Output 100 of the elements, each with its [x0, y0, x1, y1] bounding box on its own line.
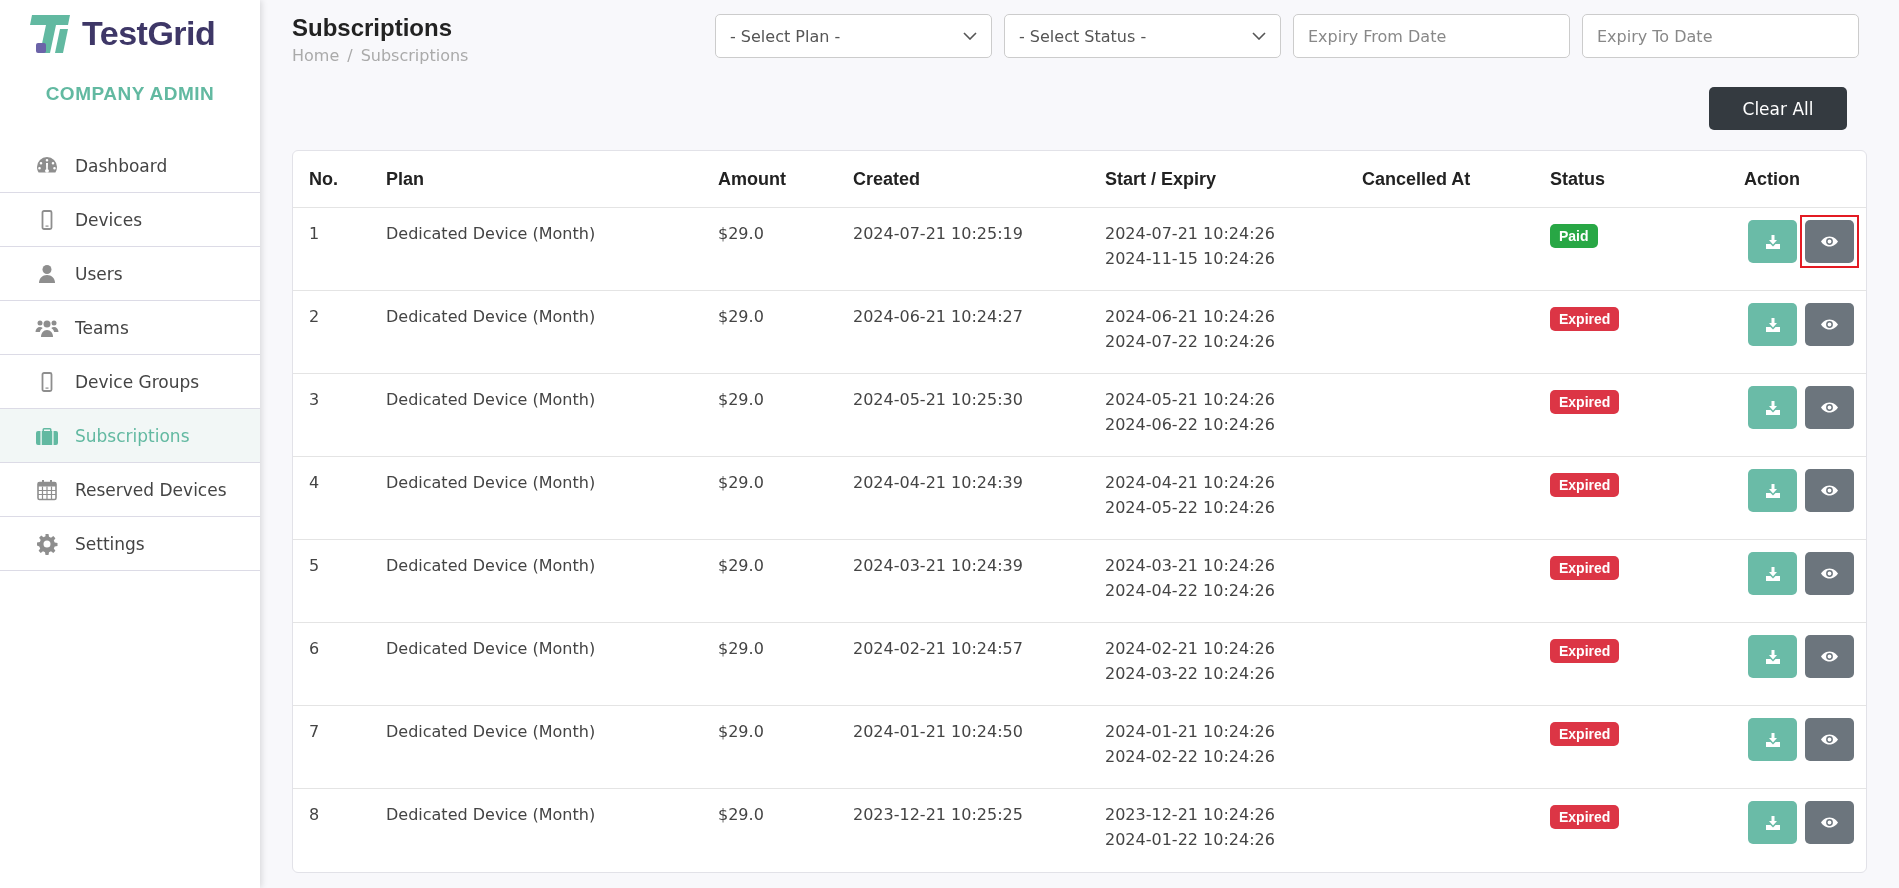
table-cell: $29.0: [718, 805, 764, 824]
column-header: Cancelled At: [1362, 168, 1471, 189]
table-cell-text: 2024-01-21 10:24:26: [1105, 722, 1276, 741]
download-icon: [1764, 565, 1781, 582]
sidebar-item[interactable]: Users: [0, 247, 260, 301]
role-title: COMPANY ADMIN: [44, 82, 216, 106]
download-icon: [1764, 814, 1781, 831]
table-cell-text: 2024-05-21 10:24:26: [1105, 390, 1276, 409]
table-cell: 2: [309, 307, 320, 326]
logo-icon: [30, 14, 70, 53]
view-button[interactable]: [1805, 303, 1854, 346]
table-cell: Dedicated Device (Month): [386, 722, 596, 741]
breadcrumb-separator: /: [347, 46, 353, 65]
table-cell-text: 2024-07-22 10:24:26: [1105, 332, 1276, 351]
table-cell: 3: [309, 390, 320, 409]
table-cell-text: 2024-03-21 10:24:26: [1105, 556, 1276, 575]
table-cell: Dedicated Device (Month): [386, 805, 596, 824]
eye-icon: [1821, 402, 1838, 413]
download-icon: [1764, 482, 1781, 499]
table-cell: 4: [309, 473, 320, 492]
column-header: Status: [1550, 168, 1605, 189]
column-header: Created: [853, 168, 921, 189]
sidebar-item[interactable]: Dashboard: [0, 139, 260, 193]
view-button[interactable]: [1805, 718, 1854, 761]
sidebar-item[interactable]: Devices: [0, 193, 260, 247]
table-cell: 2023-12-21 10:25:25: [853, 805, 1023, 824]
table-cell: $29.0: [718, 473, 764, 492]
status-badge: Expired: [1550, 639, 1620, 663]
eye-icon: [1821, 568, 1838, 579]
download-icon: [1764, 316, 1781, 333]
table-cell: 5: [309, 556, 320, 575]
page-title: Subscriptions: [292, 14, 454, 42]
table-cell-text: 2024-11-15 10:24:26: [1105, 249, 1276, 268]
view-button[interactable]: [1805, 801, 1854, 844]
eye-icon: [1821, 651, 1838, 662]
date-input-field[interactable]: Expiry From Date: [1293, 14, 1570, 58]
calendar-icon: [35, 477, 59, 502]
eye-icon: [1821, 485, 1838, 496]
status-badge: Expired: [1550, 722, 1620, 746]
table-cell: 1: [309, 224, 320, 243]
table-cell-text: 2024-04-22 10:24:26: [1105, 581, 1276, 600]
table-cell: $29.0: [718, 556, 764, 575]
select-dropdown[interactable]: - Select Status -: [1004, 14, 1281, 58]
status-badge: Expired: [1550, 556, 1620, 580]
download-icon: [1764, 399, 1781, 416]
table-cell: 2024-05-21 10:25:30: [853, 390, 1023, 409]
date-input-field[interactable]: Expiry To Date: [1582, 14, 1859, 58]
view-button[interactable]: [1805, 386, 1854, 429]
table-cell-text: 2024-05-22 10:24:26: [1105, 498, 1276, 517]
table-cell-text: 2024-04-21 10:24:26: [1105, 473, 1276, 492]
column-header: Plan: [386, 168, 424, 189]
download-icon: [1764, 233, 1781, 250]
sidebar-item[interactable]: Reserved Devices: [0, 463, 260, 517]
table-cell: $29.0: [718, 224, 764, 243]
eye-icon: [1821, 817, 1838, 828]
table-cell: 2024-01-21 10:24:50: [853, 722, 1023, 741]
table-cell: $29.0: [718, 722, 764, 741]
table-cell-text: 2024-06-21 10:24:26: [1105, 307, 1276, 326]
table-cell-text: 2024-02-22 10:24:26: [1105, 747, 1276, 766]
status-badge: Expired: [1550, 473, 1620, 497]
table-cell-text: 2024-02-21 10:24:26: [1105, 639, 1276, 658]
status-badge: Expired: [1550, 307, 1620, 331]
table-cell: Dedicated Device (Month): [386, 556, 596, 575]
table-cell: $29.0: [718, 639, 764, 658]
clear-all-button[interactable]: Clear All: [1709, 87, 1847, 130]
eye-icon: [1821, 236, 1838, 247]
table-cell: Dedicated Device (Month): [386, 224, 596, 243]
table-cell: 8: [309, 805, 320, 824]
eye-icon: [1821, 734, 1838, 745]
table-cell: 2024-06-21 10:24:27: [853, 307, 1023, 326]
table-cell: $29.0: [718, 390, 764, 409]
sidebar-item[interactable]: Teams: [0, 301, 260, 355]
sidebar-item[interactable]: Settings: [0, 517, 260, 571]
download-icon: [1764, 648, 1781, 665]
table-cell: 2024-04-21 10:24:39: [853, 473, 1023, 492]
column-header: Start / Expiry: [1105, 168, 1217, 189]
table-cell: 2024-03-21 10:24:39: [853, 556, 1023, 575]
eye-icon: [1821, 319, 1838, 330]
table-cell-text: 2023-12-21 10:24:26: [1105, 805, 1276, 824]
table-cell: 2024-02-21 10:24:57: [853, 639, 1023, 658]
chevron-down-icon: [963, 32, 977, 40]
table-cell-text: 2024-07-21 10:24:26: [1105, 224, 1276, 243]
status-badge: Expired: [1550, 390, 1620, 414]
table-cell-text: 2024-01-22 10:24:26: [1105, 830, 1276, 849]
table-cell: $29.0: [718, 307, 764, 326]
select-dropdown[interactable]: - Select Plan -: [715, 14, 992, 58]
table-cell: Dedicated Device (Month): [386, 390, 596, 409]
table-cell: 7: [309, 722, 320, 741]
view-button[interactable]: [1805, 552, 1854, 595]
chevron-down-icon: [1252, 32, 1266, 40]
view-button[interactable]: [1805, 469, 1854, 512]
table-cell: 6: [309, 639, 320, 658]
column-header: No.: [309, 168, 338, 189]
download-icon: [1764, 731, 1781, 748]
table-cell: Dedicated Device (Month): [386, 307, 596, 326]
table-cell: Dedicated Device (Month): [386, 473, 596, 492]
settings-icon: [35, 531, 59, 556]
view-button[interactable]: [1805, 635, 1854, 678]
brand-name: TestGrid: [82, 14, 216, 53]
column-header: Action: [1744, 168, 1800, 189]
